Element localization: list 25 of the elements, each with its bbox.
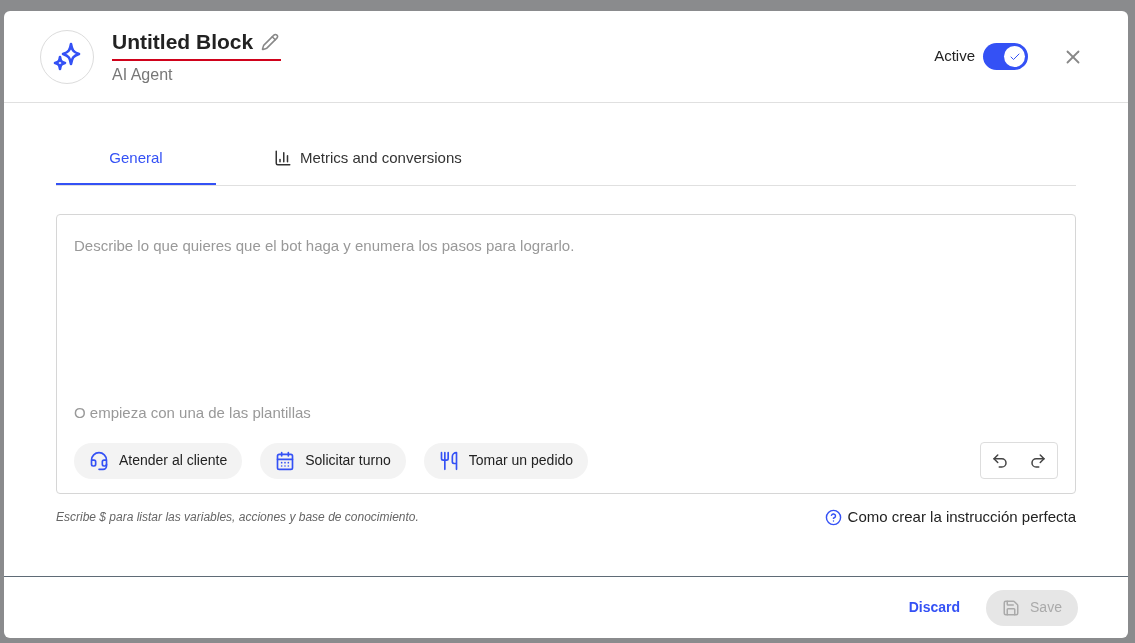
template-chip[interactable]: Solicitar turno: [260, 442, 406, 479]
edit-icon[interactable]: [261, 33, 280, 51]
instruction-editor[interactable]: Describe lo que quieres que el bot haga y enumera los pasos para lograrlo. O empieza con una de las plantillas Atender al cliente Solicitar turno Tomar un pedido: [56, 214, 1076, 494]
editor-hint: Escribe $ para listar las variables, acciones y base de conocimiento.: [56, 509, 419, 527]
tab[interactable]: Metrics and conversions: [216, 133, 520, 185]
save-icon: [1002, 598, 1021, 617]
tab[interactable]: General: [56, 133, 216, 185]
help-icon: [824, 508, 842, 526]
undo-icon[interactable]: [991, 451, 1009, 470]
template-chip[interactable]: Tomar un pedido: [423, 442, 589, 479]
utensils-icon: [438, 450, 459, 471]
active-label: Active: [934, 46, 975, 67]
template-chip[interactable]: Atender al cliente: [74, 442, 243, 479]
headset-icon: [89, 450, 109, 471]
block-title[interactable]: Untitled Block: [112, 26, 254, 58]
chart-icon: [274, 149, 292, 167]
active-toggle[interactable]: [983, 43, 1028, 70]
redo-icon[interactable]: [1029, 451, 1047, 470]
sparkle-icon: [52, 41, 82, 72]
editor-placeholder: Describe lo que quieres que el bot haga y enumera los pasos para lograrlo.: [74, 236, 576, 256]
calendar-icon: [275, 450, 296, 471]
block-subtitle: AI Agent: [112, 64, 174, 85]
help-link[interactable]: Como crear la instrucción perfecta: [824, 506, 1076, 529]
templates-label: O empieza con una de las plantillas: [74, 402, 312, 423]
discard-button[interactable]: Discard: [908, 597, 960, 618]
